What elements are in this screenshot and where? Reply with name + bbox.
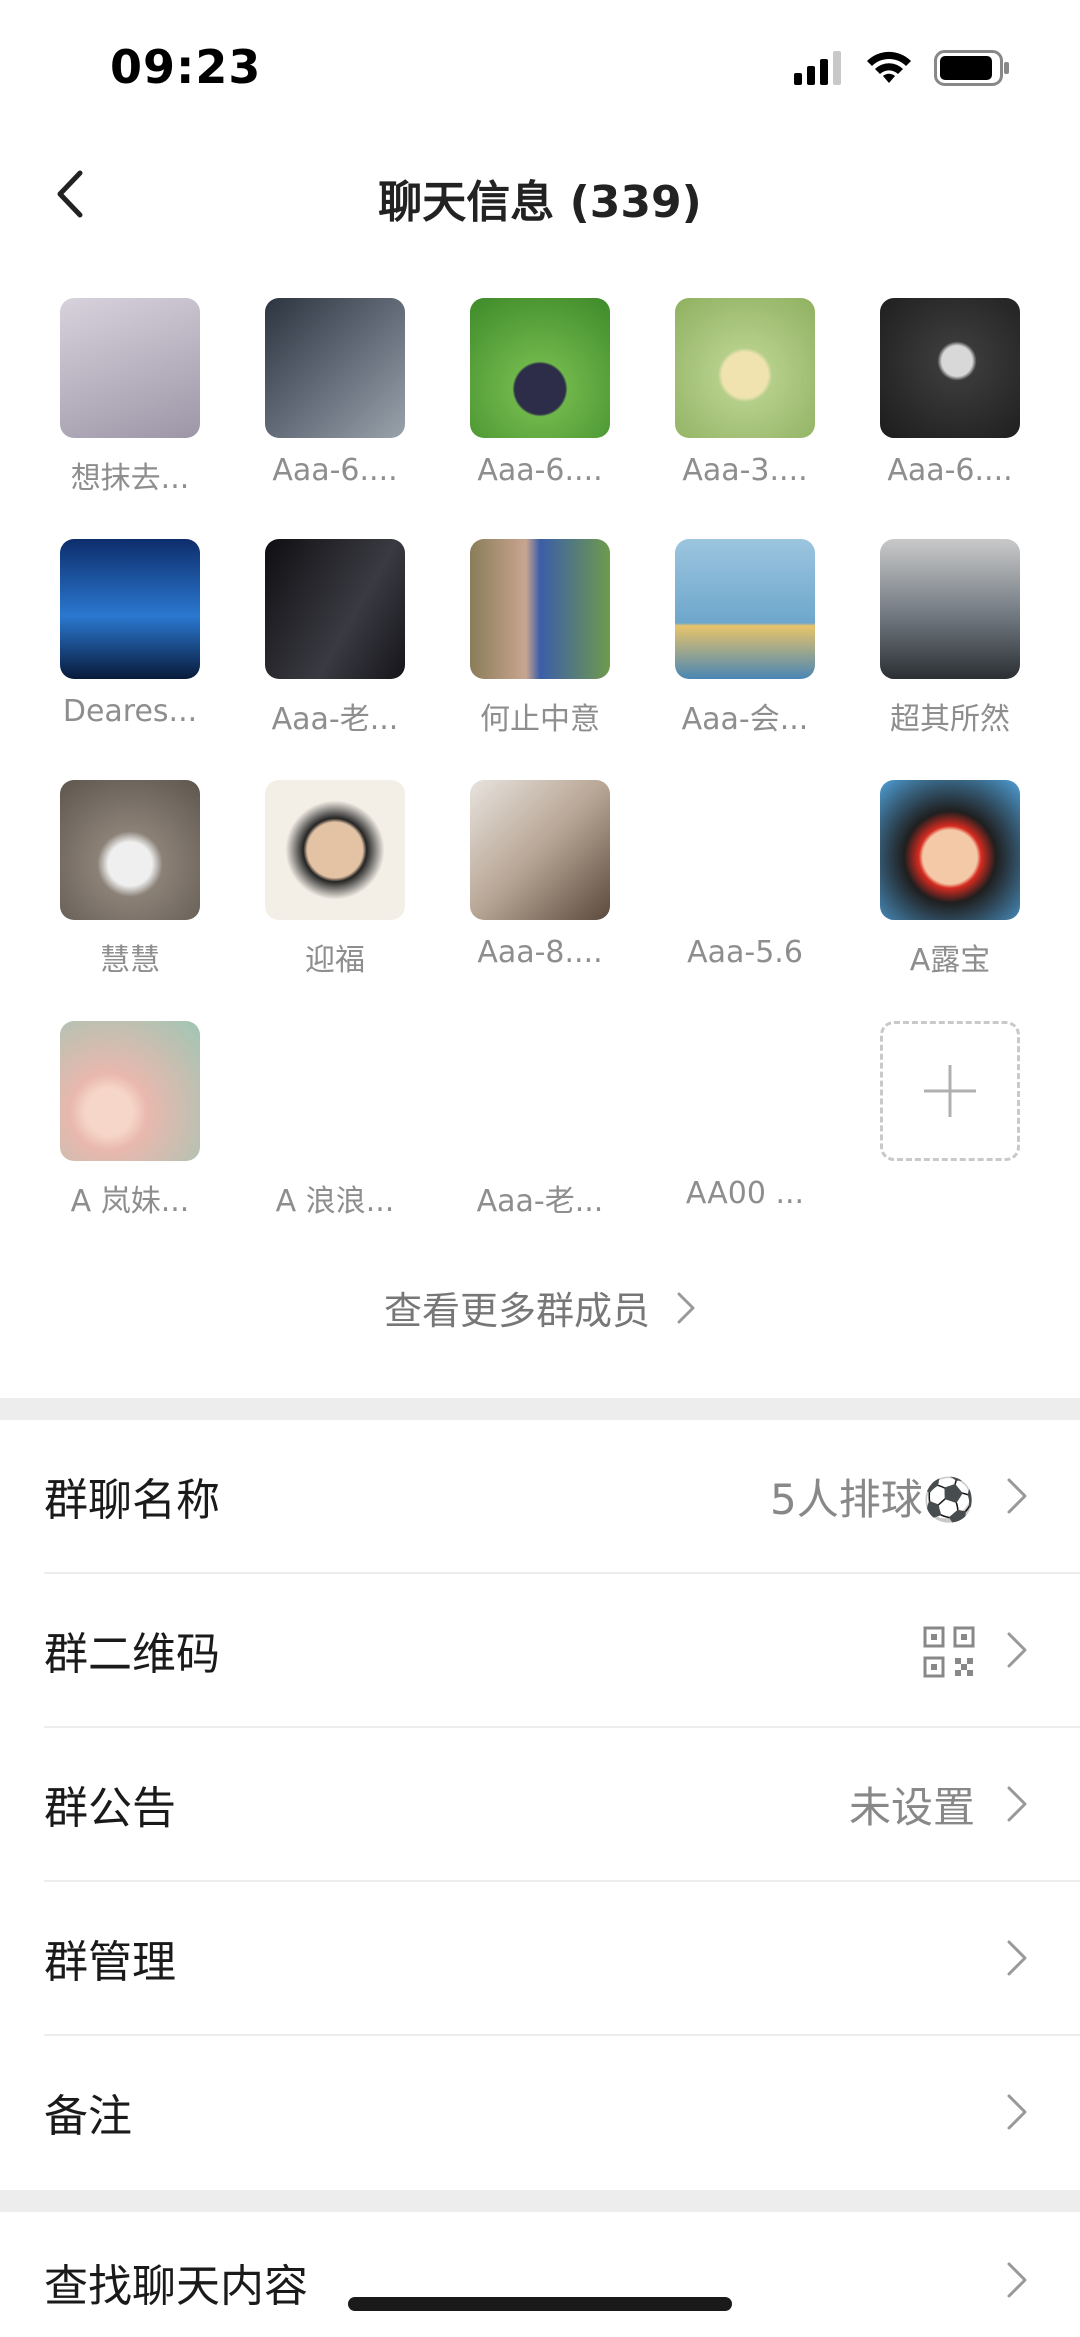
add-member-button[interactable]	[880, 1021, 1020, 1161]
member-name: Aaa-老...	[271, 702, 399, 737]
member-name: Aaa-6....	[272, 453, 398, 488]
member-item[interactable]: Aaa-8....	[433, 780, 623, 980]
group-announcement-value: 未设置	[848, 1783, 975, 1832]
member-name: Aaa-会...	[681, 702, 809, 737]
avatar	[265, 539, 405, 679]
chevron-right-icon	[677, 1292, 695, 1323]
group-announcement-label: 群公告	[44, 1783, 176, 1834]
plus-icon	[924, 1065, 976, 1117]
avatar	[60, 780, 200, 920]
avatar	[880, 780, 1020, 920]
member-item[interactable]: Aaa-老...	[228, 539, 418, 739]
group-name-label: 群聊名称	[44, 1475, 220, 1526]
member-name: 想抹去...	[70, 461, 190, 496]
member-name: A 浪浪...	[275, 1184, 395, 1219]
status-time: 09:23	[110, 40, 262, 94]
search-chat-label: 查找聊天内容	[44, 2261, 308, 2312]
avatar	[60, 539, 200, 679]
avatar	[470, 539, 610, 679]
member-item[interactable]: Aaa-3....	[638, 298, 828, 498]
qr-code-icon	[923, 1626, 975, 1678]
group-manage-row[interactable]: 群管理	[0, 1882, 1080, 2036]
member-name: A 岚妹...	[70, 1184, 190, 1219]
chevron-right-icon	[1007, 2262, 1027, 2298]
avatar	[60, 1021, 200, 1161]
member-name: Aaa-老...	[476, 1184, 604, 1219]
member-name: A露宝	[909, 943, 991, 978]
section-divider	[0, 2190, 1080, 2212]
member-item[interactable]: A 浪浪...	[228, 1021, 418, 1221]
chevron-right-icon	[1007, 1786, 1027, 1822]
member-item[interactable]: 超其所然	[843, 539, 1033, 739]
member-name: 超其所然	[890, 702, 1010, 737]
wifi-icon	[867, 51, 911, 83]
status-icons	[794, 50, 1010, 86]
member-item[interactable]: A 岚妹...	[23, 1021, 213, 1221]
avatar	[265, 780, 405, 920]
member-item[interactable]: Deares...	[23, 539, 213, 739]
member-name: Aaa-6....	[887, 453, 1013, 488]
group-name-value: 5人排球⚽	[769, 1475, 975, 1524]
avatar	[265, 1021, 405, 1161]
group-manage-label: 群管理	[44, 1937, 176, 1988]
member-item[interactable]: Aaa-6....	[843, 298, 1033, 498]
member-item[interactable]: Aaa-6....	[433, 298, 623, 498]
avatar	[880, 298, 1020, 438]
member-name: Aaa-6....	[477, 453, 603, 488]
member-item[interactable]: 想抹去...	[23, 298, 213, 498]
member-item[interactable]: Aaa-5.6	[638, 780, 828, 980]
status-bar: 09:23	[0, 0, 1080, 130]
group-qr-row[interactable]: 群二维码	[0, 1574, 1080, 1728]
view-more-members-link[interactable]: 查看更多群成员	[0, 1280, 1080, 1335]
chevron-right-icon	[1007, 1632, 1027, 1668]
member-name: Aaa-8....	[477, 935, 603, 970]
avatar	[60, 298, 200, 438]
group-announcement-row[interactable]: 群公告 未设置	[0, 1728, 1080, 1882]
member-name: 何止中意	[480, 702, 600, 737]
member-name: Deares...	[62, 694, 198, 729]
avatar	[470, 298, 610, 438]
avatar	[265, 298, 405, 438]
chevron-right-icon	[1007, 2094, 1027, 2130]
avatar	[880, 539, 1020, 679]
avatar	[675, 1021, 815, 1161]
member-item[interactable]: A露宝	[843, 780, 1033, 980]
more-members-label: 查看更多群成员	[383, 1289, 650, 1333]
page-title: 聊天信息 (339)	[378, 177, 702, 228]
member-item[interactable]: 慧慧	[23, 780, 213, 980]
member-name: 迎福	[305, 943, 365, 978]
member-name: Aaa-5.6	[687, 935, 803, 970]
member-name: AA00 ...	[685, 1176, 805, 1211]
home-indicator[interactable]	[348, 2297, 732, 2311]
avatar	[675, 539, 815, 679]
remark-label: 备注	[44, 2091, 132, 2142]
avatar	[675, 780, 815, 920]
member-item[interactable]: 何止中意	[433, 539, 623, 739]
group-name-row[interactable]: 群聊名称 5人排球⚽	[0, 1420, 1080, 1574]
member-item[interactable]: Aaa-会...	[638, 539, 828, 739]
chevron-right-icon	[1007, 1940, 1027, 1976]
member-item[interactable]: Aaa-老...	[433, 1021, 623, 1221]
chevron-right-icon	[1007, 1478, 1027, 1514]
avatar	[470, 1021, 610, 1161]
member-name: Aaa-3....	[682, 453, 808, 488]
nav-bar: 聊天信息 (339)	[0, 150, 1080, 240]
search-chat-row[interactable]: 查找聊天内容	[0, 2212, 1080, 2337]
member-item[interactable]: Aaa-6....	[228, 298, 418, 498]
section-divider	[0, 1398, 1080, 1420]
member-name: 慧慧	[100, 943, 160, 978]
battery-icon	[934, 50, 1009, 86]
cellular-signal-icon	[794, 51, 841, 85]
avatar	[470, 780, 610, 920]
group-qr-label: 群二维码	[44, 1629, 220, 1680]
remark-row[interactable]: 备注	[0, 2036, 1080, 2190]
avatar	[675, 298, 815, 438]
member-item[interactable]: 迎福	[228, 780, 418, 980]
member-item[interactable]: AA00 ...	[638, 1021, 828, 1221]
